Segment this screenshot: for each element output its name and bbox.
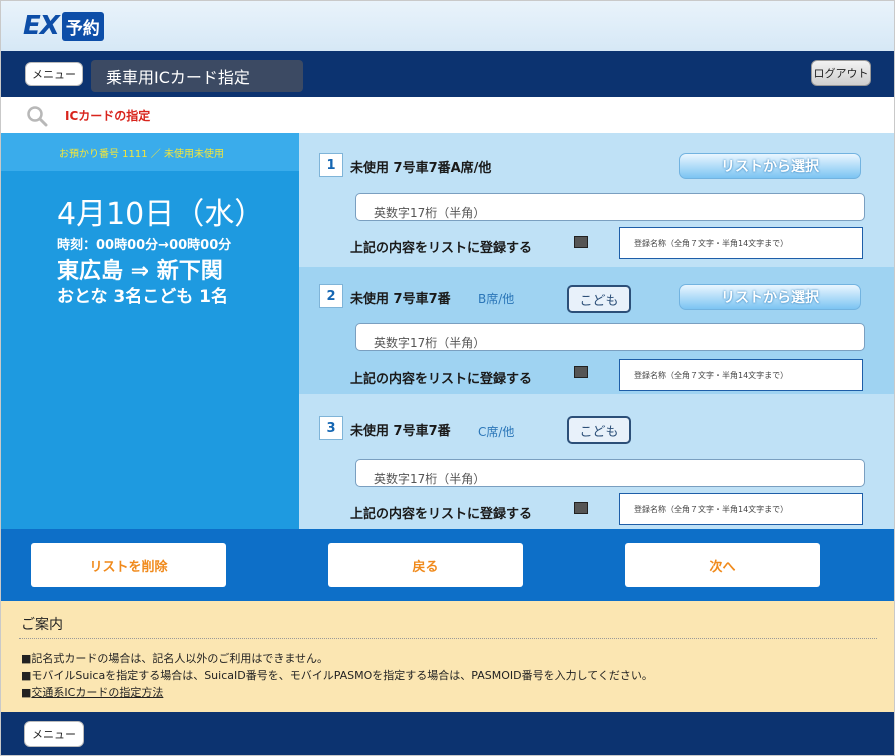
section-title: ICカードの指定	[65, 109, 151, 123]
ic-card-guide-link[interactable]: 交通系ICカードの指定方法	[31, 686, 163, 699]
register-name-input[interactable]: 登録名称（全角７文字・半角14文字まで）	[619, 493, 863, 525]
seat-letter-text: C席/他	[478, 425, 515, 439]
seat-status-text: 未使用 7号車7番A席/他	[350, 161, 492, 176]
seat-letter-text: B席/他	[478, 292, 515, 306]
footer-bar: メニュー	[1, 712, 894, 755]
nav-bar: メニュー 乗車用ICカード指定 ログアウト	[1, 51, 894, 97]
travel-route: 東広島 ⇒ 新下関	[57, 259, 223, 284]
seat-row: 1 未使用 7号車7番A席/他 リストから選択 英数字17桁（半角） 上記の内容…	[299, 133, 894, 267]
passenger-count: おとな 3名こども 1名	[57, 287, 228, 307]
select-from-list-button[interactable]: リストから選択	[679, 284, 861, 310]
logo-yoyaku-text: 予約	[61, 11, 104, 41]
back-button[interactable]: 戻る	[328, 543, 523, 587]
travel-time: 時刻：00時00分→00時00分	[57, 238, 232, 253]
register-name-input[interactable]: 登録名称（全角７文字・半角14文字まで）	[619, 227, 863, 259]
next-button[interactable]: 次へ	[625, 543, 820, 587]
notice-line: ■モバイルSuicaを指定する場合は、SuicaID番号を、モバイルPASMOを…	[21, 669, 653, 682]
seat-row: 3 未使用 7号車7番 C席/他 こども 英数字17桁（半角） 上記の内容をリス…	[299, 394, 894, 529]
footer-menu-button[interactable]: メニュー	[24, 721, 84, 747]
magnifier-icon	[26, 105, 48, 131]
ic-card-number-input[interactable]: 英数字17桁（半角）	[355, 193, 865, 221]
notice-title: ご案内	[21, 617, 63, 633]
ic-card-number-input[interactable]: 英数字17桁（半角）	[355, 323, 865, 351]
menu-button[interactable]: メニュー	[25, 62, 83, 86]
notice-line: ■記名式カードの場合は、記名人以外のご利用はできません。	[21, 652, 329, 665]
seat-status-text: 未使用 7号車7番	[350, 424, 451, 439]
seat-number: 2	[319, 284, 343, 308]
register-to-list-label: 上記の内容をリストに登録する	[350, 241, 533, 256]
ex-yoyaku-logo[interactable]: EX 予約	[23, 11, 104, 41]
section-header: ICカードの指定	[1, 97, 894, 133]
reservation-summary: お預かり番号 1111 ／ 未使用未使用 4月10日（水） 時刻：00時00分→…	[1, 133, 299, 529]
seat-number: 1	[319, 153, 343, 177]
register-to-list-checkbox[interactable]	[574, 366, 588, 378]
app-window: EX 予約 メニュー 乗車用ICカード指定 ログアウト ICカードの指定 お預か…	[0, 0, 895, 756]
notice-box: ご案内 ■記名式カードの場合は、記名人以外のご利用はできません。 ■モバイルSu…	[1, 601, 894, 712]
register-to-list-checkbox[interactable]	[574, 236, 588, 248]
notice-line: ■交通系ICカードの指定方法	[21, 684, 163, 700]
seat-status-text: 未使用 7号車7番	[350, 292, 451, 307]
register-to-list-checkbox[interactable]	[574, 502, 588, 514]
logout-button[interactable]: ログアウト	[811, 60, 871, 86]
action-bar: リストを削除 戻る 次へ	[1, 529, 894, 601]
notice-divider	[19, 638, 877, 639]
logo-bar: EX 予約	[1, 1, 894, 51]
seat-number: 3	[319, 416, 343, 440]
child-badge: こども	[567, 416, 631, 444]
reservation-ref-bar: お預かり番号 1111 ／ 未使用未使用	[1, 133, 299, 171]
travel-date: 4月10日（水）	[57, 197, 265, 232]
register-name-input[interactable]: 登録名称（全角７文字・半角14文字まで）	[619, 359, 863, 391]
logo-ex-text: EX	[23, 11, 60, 41]
page-title: 乗車用ICカード指定	[91, 60, 303, 92]
register-to-list-label: 上記の内容をリストに登録する	[350, 372, 533, 387]
ic-card-form: 1 未使用 7号車7番A席/他 リストから選択 英数字17桁（半角） 上記の内容…	[299, 133, 894, 529]
register-to-list-label: 上記の内容をリストに登録する	[350, 507, 533, 522]
child-badge: こども	[567, 285, 631, 313]
seat-row: 2 未使用 7号車7番 B席/他 こども リストから選択 英数字17桁（半角） …	[299, 267, 894, 394]
delete-list-button[interactable]: リストを削除	[31, 543, 226, 587]
ic-card-number-input[interactable]: 英数字17桁（半角）	[355, 459, 865, 487]
reservation-ref-text: お預かり番号 1111 ／ 未使用未使用	[59, 149, 224, 160]
notice-bullet: ■	[21, 686, 32, 699]
select-from-list-button[interactable]: リストから選択	[679, 153, 861, 179]
